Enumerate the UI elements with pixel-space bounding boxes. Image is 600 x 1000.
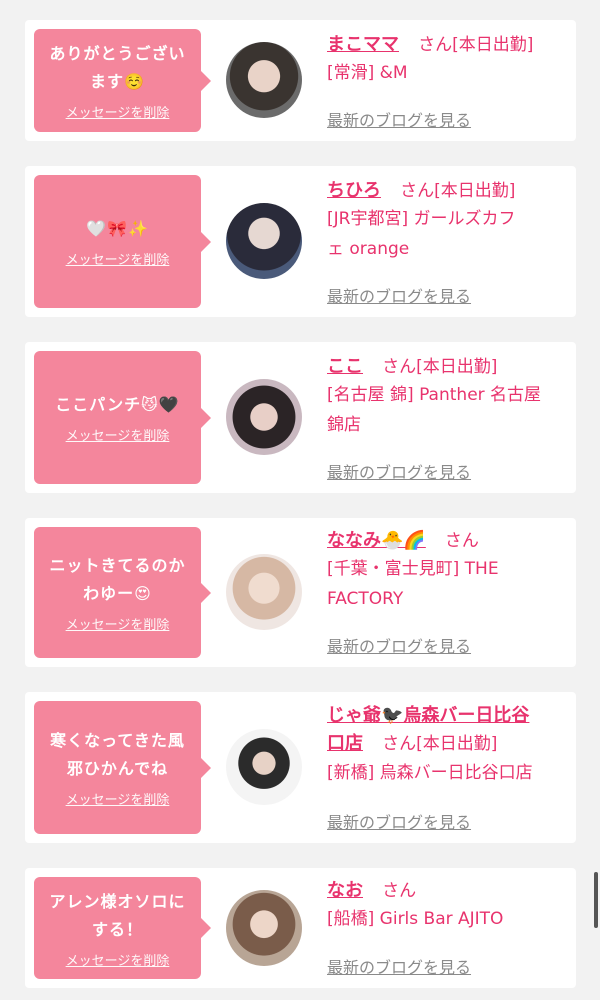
honorific: さん (382, 357, 417, 377)
shop-name-cont: ェ orange (327, 239, 410, 259)
honorific: さん (418, 35, 453, 55)
honorific: さん (400, 181, 435, 201)
message-bubble: アレン様オソロに する！ メッセージを削除 (34, 877, 211, 979)
cast-name-link[interactable]: ななみ🐣🌈 (327, 530, 426, 551)
status-label: [本日出勤] (416, 357, 498, 377)
shop-name-cont: 錦店 (327, 415, 361, 435)
cast-name-link-cont[interactable]: 口店 (327, 733, 363, 754)
latest-blog-link[interactable]: 最新のブログを見る (327, 459, 471, 483)
message-bubble: ここパンチ😼🖤 メッセージを削除 (34, 351, 211, 484)
message-card: 寒くなってきた風 邪ひかんでね メッセージを削除 じゃ爺🐦‍⬛烏森バー日比谷 口… (25, 692, 576, 843)
cast-info: なお さん [船橋] Girls Bar AJITO (327, 878, 567, 934)
message-card: ありがとうござい ます☺️ メッセージを削除 まこママ さん[本日出勤] [常滑… (25, 20, 576, 141)
honorific: さん (382, 734, 417, 754)
shop-name: [新橋] 烏森バー日比谷口店 (327, 763, 533, 783)
avatar[interactable] (226, 42, 302, 118)
message-bubble: ニットきてるのか わゆー😍 メッセージを削除 (34, 527, 211, 658)
message-line: ニットきてるのか (49, 556, 186, 575)
message-text: ありがとうござい ます☺️ (49, 40, 185, 96)
cast-info: まこママ さん[本日出勤] [常滑] &M (327, 32, 567, 88)
cast-info: ちひろ さん[本日出勤] [JR宇都宮] ガールズカフ ェ orange (327, 178, 567, 264)
message-line: 邪ひかんでね (66, 759, 169, 778)
message-card: ニットきてるのか わゆー😍 メッセージを削除 ななみ🐣🌈 さん [千葉・富士見町… (25, 518, 576, 667)
honorific: さん (382, 881, 417, 901)
delete-message-link[interactable]: メッセージを削除 (66, 789, 170, 808)
cast-name-link[interactable]: じゃ爺🐦‍⬛烏森バー日比谷 (327, 705, 529, 726)
latest-blog-link[interactable]: 最新のブログを見る (327, 107, 471, 131)
status-label: [本日出勤] (434, 181, 516, 201)
message-line: わゆー😍 (83, 584, 152, 603)
message-line: ます☺️ (90, 72, 145, 91)
message-line: ありがとうござい (49, 44, 186, 63)
message-line: ここパンチ😼🖤 (55, 395, 180, 414)
shop-name-cont: FACTORY (327, 589, 404, 609)
message-text: 寒くなってきた風 邪ひかんでね (50, 727, 185, 783)
avatar[interactable] (226, 890, 302, 966)
cast-name-link[interactable]: まこママ (327, 34, 399, 55)
message-card: 🤍🎀✨ メッセージを削除 ちひろ さん[本日出勤] [JR宇都宮] ガールズカフ… (25, 166, 576, 317)
message-text: 🤍🎀✨ (86, 215, 149, 243)
message-line: 🤍🎀✨ (86, 219, 149, 238)
message-bubble: 寒くなってきた風 邪ひかんでね メッセージを削除 (34, 701, 211, 834)
cast-info: じゃ爺🐦‍⬛烏森バー日比谷 口店 さん[本日出勤] [新橋] 烏森バー日比谷口店 (327, 702, 567, 788)
message-line: 寒くなってきた風 (50, 731, 185, 750)
avatar[interactable] (226, 554, 302, 630)
latest-blog-link[interactable]: 最新のブログを見る (327, 809, 471, 833)
shop-name: [千葉・富士見町] THE (327, 559, 499, 579)
avatar[interactable] (226, 379, 302, 455)
cast-name-link[interactable]: ちひろ (327, 180, 381, 201)
cast-name-link[interactable]: ここ (327, 356, 363, 377)
message-card: ここパンチ😼🖤 メッセージを削除 ここ さん[本日出勤] [名古屋 錦] Pan… (25, 342, 576, 493)
delete-message-link[interactable]: メッセージを削除 (66, 614, 170, 633)
message-card: アレン様オソロに する！ メッセージを削除 なお さん [船橋] Girls B… (25, 868, 576, 988)
avatar[interactable] (226, 729, 302, 805)
shop-name: [名古屋 錦] Panther 名古屋 (327, 385, 542, 405)
delete-message-link[interactable]: メッセージを削除 (66, 950, 170, 969)
status-label: [本日出勤] (416, 734, 498, 754)
latest-blog-link[interactable]: 最新のブログを見る (327, 283, 471, 307)
latest-blog-link[interactable]: 最新のブログを見る (327, 954, 471, 978)
message-line: アレン様オソロに (49, 891, 186, 911)
cast-info: ここ さん[本日出勤] [名古屋 錦] Panther 名古屋 錦店 (327, 354, 567, 440)
scrollbar[interactable] (594, 872, 598, 928)
message-text: ニットきてるのか わゆー😍 (49, 552, 185, 608)
message-text: アレン様オソロに する！ (49, 888, 185, 944)
shop-name: [JR宇都宮] ガールズカフ (327, 209, 516, 229)
message-bubble: ありがとうござい ます☺️ メッセージを削除 (34, 29, 211, 132)
cast-info: ななみ🐣🌈 さん [千葉・富士見町] THE FACTORY (327, 528, 567, 614)
delete-message-link[interactable]: メッセージを削除 (66, 425, 170, 444)
cast-name-link[interactable]: なお (327, 880, 363, 901)
message-text: ここパンチ😼🖤 (55, 391, 179, 419)
latest-blog-link[interactable]: 最新のブログを見る (327, 633, 471, 657)
honorific: さん (444, 531, 479, 551)
shop-name: [船橋] Girls Bar AJITO (327, 909, 504, 929)
shop-name: [常滑] &M (327, 63, 408, 83)
message-bubble: 🤍🎀✨ メッセージを削除 (34, 175, 211, 308)
delete-message-link[interactable]: メッセージを削除 (66, 102, 170, 121)
message-line: する！ (91, 919, 143, 939)
delete-message-link[interactable]: メッセージを削除 (66, 249, 170, 268)
status-label: [本日出勤] (452, 35, 534, 55)
avatar[interactable] (226, 203, 302, 279)
